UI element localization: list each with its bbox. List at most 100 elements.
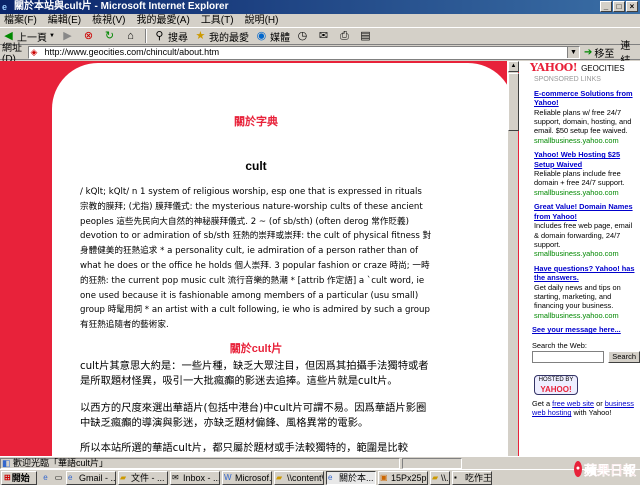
maximize-icon[interactable]: □	[613, 1, 625, 12]
ad-url-link[interactable]: smallbusiness.yahoo.com	[534, 136, 636, 145]
search-input[interactable]	[532, 350, 605, 363]
refresh-button[interactable]: ↻	[103, 30, 118, 43]
folder-icon: ▰	[120, 472, 127, 482]
ie-page-icon: e	[328, 472, 333, 482]
task-image[interactable]: ▣15Px25p...	[378, 470, 428, 485]
minimize-icon[interactable]: _	[600, 1, 612, 12]
task-other[interactable]: ▪吃作王...	[452, 470, 492, 485]
document-icon: ▤	[360, 29, 371, 42]
task-network[interactable]: ▰\\...	[430, 470, 450, 485]
window-controls: _ □ ×	[600, 1, 638, 12]
start-button[interactable]: ⊞ 開始	[1, 470, 37, 485]
home-icon: ⌂	[127, 29, 134, 42]
menu-edit[interactable]: 編輯(E)	[48, 14, 81, 27]
ad-title-link[interactable]: Have questions? Yahoo! has the answers.	[534, 264, 636, 283]
close-icon[interactable]: ×	[626, 1, 638, 12]
home-button[interactable]: ⌂	[124, 30, 139, 43]
task-about-page[interactable]: e 關於本...	[326, 470, 376, 485]
word-icon: W	[224, 472, 232, 482]
ad-title-link[interactable]: E-commerce Solutions from Yahoo!	[534, 89, 636, 108]
stop-icon: ⊗	[83, 29, 94, 42]
search-web-row: Search	[520, 350, 640, 363]
media-icon: ◉	[256, 29, 267, 42]
chevron-down-icon[interactable]: ▼	[566, 46, 579, 58]
get-free-site-text: Get a free web site or business web host…	[532, 398, 634, 418]
address-input[interactable]: ◈ http://www.geocities.com/chincult/abou…	[27, 45, 580, 59]
mail-icon: ✉	[172, 472, 179, 482]
heading-dictionary: 關於字典	[234, 116, 278, 128]
media-button[interactable]: ◉ 媒體	[255, 29, 290, 44]
ie-page-icon: e	[68, 472, 73, 482]
task-document[interactable]: ▰ 文件 - ...	[118, 470, 168, 485]
paragraph-3: 所以本站所選的華語cult片，都只屬於題材或手法較獨特的，範圍是比較	[80, 442, 408, 454]
ad-title-link[interactable]: Great Value! Domain Names from Yahoo!	[534, 202, 636, 221]
task-inbox[interactable]: ✉ Inbox - ...	[170, 470, 220, 485]
page-loaded-icon: ◧	[2, 457, 11, 468]
hosted-by-yahoo-badge[interactable]: HOSTED BY YAHOO!	[534, 374, 578, 395]
folder-icon: ▰	[432, 472, 439, 482]
ie-window: e 關於本站與cult片 - Microsoft Internet Explor…	[0, 0, 640, 485]
ad-title-link[interactable]: Yahoo! Web Hosting $25 Setup Waived	[534, 150, 636, 169]
favorites-button[interactable]: ★ 我的最愛	[194, 29, 249, 44]
folder-icon: ▰	[276, 472, 283, 482]
status-bar: ◧ 歡迎光臨「華語cult片」	[0, 456, 640, 469]
scroll-thumb[interactable]	[508, 73, 519, 131]
ie-logo-icon: e	[2, 2, 8, 12]
go-arrow-icon: ➔	[583, 46, 593, 58]
free-web-site-link[interactable]: free web site	[552, 399, 594, 408]
task-content-folder[interactable]: ▰\\content\...	[274, 470, 324, 485]
ad-item: Yahoo! Web Hosting $25 Setup Waived Reli…	[520, 150, 640, 202]
paragraph-2: 以西方的尺度來選出華語片(包括中港台)中cult片可謂不易。因爲華語片影圈中缺乏…	[80, 402, 427, 429]
history-button[interactable]: ◷	[296, 30, 311, 43]
menu-view[interactable]: 檢視(V)	[92, 14, 125, 27]
search-web-label: Search the Web:	[532, 340, 587, 350]
task-gmail[interactable]: e Gmail - ...	[66, 470, 116, 485]
star-icon: ★	[195, 29, 206, 42]
vertical-scrollbar[interactable]: ▲	[507, 61, 519, 456]
heading-word: cult	[245, 159, 267, 173]
search-icon: ⚲	[155, 29, 164, 42]
quicklaunch-ie-icon[interactable]: e	[40, 472, 51, 483]
edit-button[interactable]: ▤	[359, 30, 374, 43]
mail-icon: ✉	[318, 29, 329, 42]
taskbar: ⊞ 開始 e ▭ e Gmail - ... ▰ 文件 - ... ✉ Inbox -…	[0, 469, 640, 485]
title-bar: e 關於本站與cult片 - Microsoft Internet Explor…	[0, 0, 640, 14]
status-cell-empty	[402, 457, 462, 469]
forward-button[interactable]: ▶	[61, 30, 76, 43]
quicklaunch-desktop-icon[interactable]: ▭	[53, 472, 64, 483]
paragraph-1: cult片其意思大約是：一些片種，缺乏大眾注目，但因爲其拍攝手法獨特或者是所取題…	[80, 360, 429, 387]
page-icon: ◈	[30, 46, 38, 57]
ad-url-link[interactable]: smallbusiness.yahoo.com	[534, 311, 636, 320]
windows-logo-icon: ⊞	[4, 473, 11, 482]
see-message-link[interactable]: See your message here...	[520, 325, 640, 338]
search-web-button[interactable]: Search	[608, 350, 640, 363]
menu-help[interactable]: 說明(H)	[245, 14, 279, 27]
mail-button[interactable]: ✉	[317, 30, 332, 43]
ad-url-link[interactable]: smallbusiness.yahoo.com	[534, 249, 636, 258]
printer-icon: ⎙	[340, 29, 349, 42]
ad-item: Have questions? Yahoo! has the answers. …	[534, 263, 636, 320]
task-microsoft[interactable]: WMicrosof...	[222, 470, 272, 485]
print-button[interactable]: ⎙	[338, 30, 353, 43]
sponsored-links-label: SPONSORED LINKS	[534, 76, 601, 84]
go-button[interactable]: ➔ 移至	[584, 45, 614, 60]
refresh-icon: ↻	[104, 29, 115, 42]
toolbar-separator	[144, 29, 147, 43]
search-button[interactable]: ⚲ 搜尋	[153, 29, 188, 44]
address-url: http://www.geocities.com/chincult/about.…	[44, 46, 220, 57]
apple-logo-icon: ●	[574, 461, 582, 477]
definition-text: / kQlt; kQlt/ n 1 system of religious wo…	[80, 187, 432, 331]
history-icon: ◷	[297, 29, 308, 42]
page-viewport: 關於字典 cult / kQlt; kQlt/ n 1 system of re…	[0, 61, 640, 456]
image-icon: ▣	[380, 472, 388, 482]
menu-file[interactable]: 檔案(F)	[4, 14, 37, 27]
scroll-up-icon[interactable]: ▲	[508, 61, 519, 72]
forward-arrow-icon: ▶	[63, 29, 72, 42]
app-icon: ▪	[454, 472, 457, 482]
yahoo-geocities-logo[interactable]: YAHOO! GEOCITIES	[520, 61, 640, 73]
stop-button[interactable]: ⊗	[82, 30, 97, 43]
ad-url-link[interactable]: smallbusiness.yahoo.com	[534, 188, 636, 197]
menu-tools[interactable]: 工具(T)	[201, 14, 234, 27]
ad-item: E-commerce Solutions from Yahoo! Reliabl…	[520, 89, 640, 150]
menu-favorites[interactable]: 我的最愛(A)	[136, 14, 189, 27]
